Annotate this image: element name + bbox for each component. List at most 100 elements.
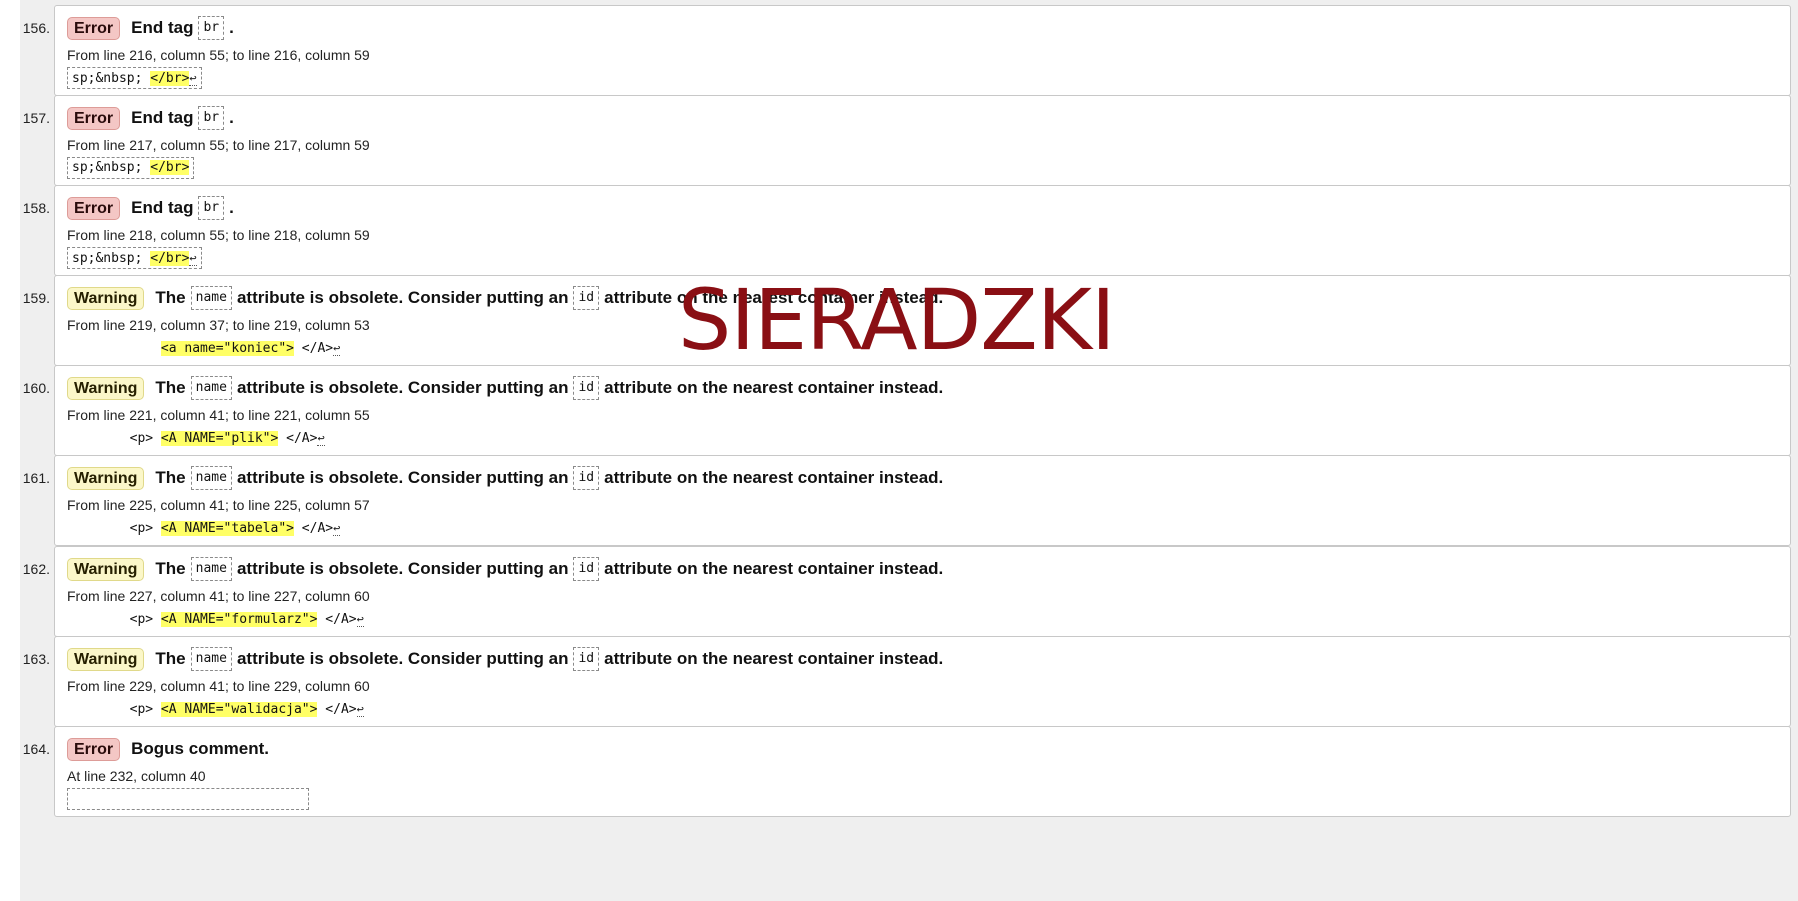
message-item: 164. Error Bogus comment. At line 232, colu…	[20, 721, 1798, 817]
message-text: attribute on the nearest container inste…	[604, 288, 944, 307]
source-extract: <a name="koniec"> </A>↩	[67, 338, 341, 358]
line-feed-icon: ↩	[189, 71, 197, 86]
message-number: 157.	[22, 110, 50, 126]
message-location: From line 216, column 55; to line 216, c…	[67, 47, 370, 63]
message-text: .	[229, 108, 234, 127]
extract-highlight: <A NAME="tabela">	[160, 521, 294, 536]
error-badge: Error	[67, 196, 121, 220]
source-extract: sp;&nbsp; </br>↩	[67, 67, 202, 89]
message-headline: Warning The name attribute is obsolete. Con…	[67, 374, 944, 402]
warning-badge: Warning	[67, 466, 145, 490]
extract-highlight: </br>	[150, 71, 190, 86]
code-snippet: id	[573, 466, 600, 490]
message-headline: Warning The name attribute is obsolete. Con…	[67, 555, 944, 583]
warning-badge: Warning	[67, 647, 145, 671]
validator-results-page: 156. Error End tag br. From line 216, column…	[0, 0, 1798, 901]
error-badge: Error	[67, 737, 121, 761]
message-headline: Error End tag br.	[67, 14, 235, 42]
code-snippet: id	[573, 557, 600, 581]
message-box: Error End tag br. From line 216, column 55;…	[54, 5, 1791, 96]
message-location: From line 218, column 55; to line 218, c…	[67, 227, 370, 243]
message-text: attribute is obsolete. Consider putting …	[236, 649, 569, 668]
extract-after: </A>	[278, 431, 318, 446]
message-number: 163.	[22, 651, 50, 667]
code-snippet: br	[198, 196, 225, 220]
message-location: From line 217, column 55; to line 217, c…	[67, 137, 370, 153]
message-item: 162. Warning The name attribute is obsolete.…	[20, 541, 1798, 637]
message-location: From line 225, column 41; to line 225, c…	[67, 497, 370, 513]
message-text: attribute on the nearest container inste…	[604, 649, 944, 668]
extract-highlight: <A NAME="plik">	[160, 431, 279, 446]
extract-before: <p>	[67, 702, 161, 717]
extract-after: </A>	[293, 521, 334, 536]
message-headline: Warning The name attribute is obsolete. Con…	[67, 284, 944, 312]
extract-before	[67, 341, 161, 356]
message-text: attribute on the nearest container inste…	[604, 468, 944, 487]
message-location: From line 227, column 41; to line 227, c…	[67, 588, 370, 604]
message-text: .	[229, 18, 234, 37]
source-extract: <p> <A NAME="plik"> </A>↩	[67, 428, 325, 448]
error-badge: Error	[67, 106, 121, 130]
code-snippet: br	[198, 106, 225, 130]
message-location: From line 219, column 37; to line 219, c…	[67, 317, 370, 333]
line-feed-icon: ↩	[189, 251, 197, 266]
message-box: Warning The name attribute is obsolete. Con…	[54, 455, 1791, 546]
message-headline: Error Bogus comment.	[67, 735, 270, 763]
extract-after: </A>	[317, 702, 357, 717]
code-snippet: name	[190, 286, 232, 310]
code-snippet: name	[190, 466, 232, 490]
message-item: 158. Error End tag br. From line 218, column…	[20, 180, 1798, 276]
code-snippet: name	[190, 376, 232, 400]
extract-highlight: <A NAME="formularz">	[160, 612, 318, 627]
message-box: Warning The name attribute is obsolete. Con…	[54, 275, 1791, 366]
message-text: attribute on the nearest container inste…	[604, 559, 944, 578]
message-location: From line 229, column 41; to line 229, c…	[67, 678, 370, 694]
extract-before: sp;&nbsp;	[72, 160, 151, 175]
extract-after: </A>	[317, 612, 357, 627]
line-feed-icon: ↩	[333, 341, 341, 356]
warning-badge: Warning	[67, 557, 145, 581]
code-snippet: id	[573, 376, 600, 400]
line-feed-icon: ↩	[333, 521, 341, 536]
extract-before: <p>	[67, 521, 161, 536]
extract-before: <p>	[67, 612, 161, 627]
extract-highlight: <A NAME="walidacja">	[160, 702, 318, 717]
message-text: The	[155, 468, 186, 487]
source-extract: sp;&nbsp; </br>↩	[67, 247, 202, 269]
message-location: From line 221, column 41; to line 221, c…	[67, 407, 370, 423]
message-box: Warning The name attribute is obsolete. Con…	[54, 365, 1791, 456]
code-snippet: id	[573, 286, 600, 310]
code-snippet: name	[190, 647, 232, 671]
message-box: Error Bogus comment. At line 232, column 4…	[54, 726, 1791, 817]
message-text: End tag	[131, 18, 194, 37]
source-extract: <p> <A NAME="formularz"> </A>↩	[67, 609, 364, 629]
extract-before: sp;&nbsp;	[72, 251, 151, 266]
left-margin	[0, 0, 20, 901]
message-box: Error End tag br. From line 218, column 55;…	[54, 185, 1791, 276]
message-number: 162.	[22, 561, 50, 577]
source-extract: sp;&nbsp; </br>	[67, 157, 195, 179]
code-snippet: name	[190, 557, 232, 581]
message-text: The	[155, 288, 186, 307]
message-number: 159.	[22, 290, 50, 306]
extract-highlight: </br>	[150, 160, 190, 175]
message-headline: Error End tag br.	[67, 104, 235, 132]
code-snippet: id	[573, 647, 600, 671]
message-item: 159. Warning The name attribute is obsolete.…	[20, 270, 1798, 366]
message-headline: Warning The name attribute is obsolete. Con…	[67, 464, 944, 492]
message-number: 164.	[22, 741, 50, 757]
warning-badge: Warning	[67, 376, 145, 400]
message-number: 158.	[22, 200, 50, 216]
message-number: 156.	[22, 20, 50, 36]
message-text: attribute is obsolete. Consider putting …	[236, 288, 569, 307]
extract-before: sp;&nbsp;	[72, 71, 151, 86]
message-text: attribute on the nearest container inste…	[604, 378, 944, 397]
message-text: .	[229, 198, 234, 217]
message-headline: Error End tag br.	[67, 194, 235, 222]
extract-highlight: </br>	[150, 251, 190, 266]
message-text: End tag	[131, 108, 194, 127]
line-feed-icon: ↩	[317, 431, 325, 446]
message-text: The	[155, 649, 186, 668]
line-feed-icon: ↩	[356, 702, 364, 717]
message-headline: Warning The name attribute is obsolete. Con…	[67, 645, 944, 673]
